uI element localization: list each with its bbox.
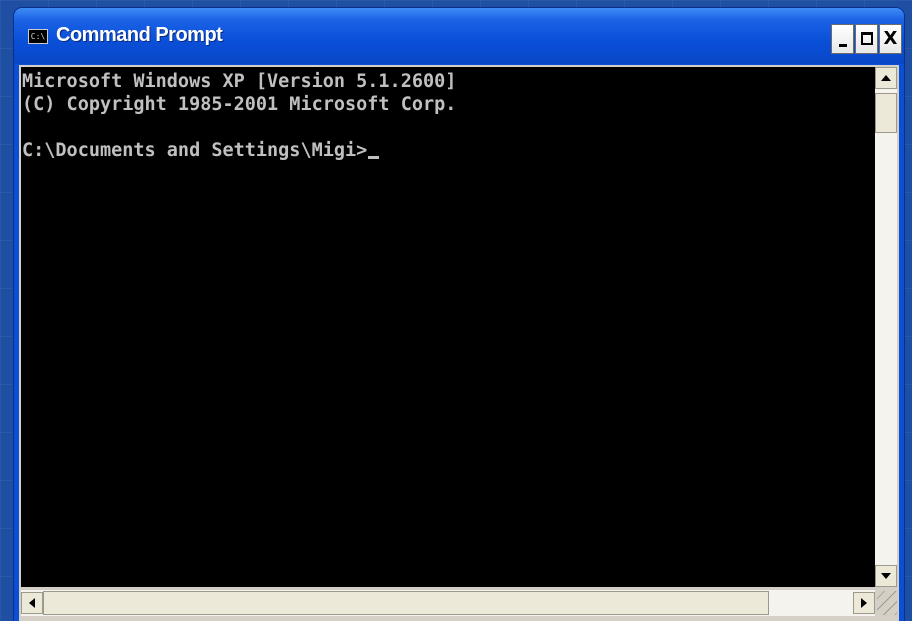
arrow-up-icon bbox=[881, 75, 891, 81]
vertical-scroll-thumb[interactable] bbox=[875, 93, 897, 133]
window-client-area: Microsoft Windows XP [Version 5.1.2600] … bbox=[19, 65, 899, 621]
minimize-icon bbox=[839, 44, 847, 47]
window-controls: X bbox=[830, 24, 902, 54]
maximize-icon bbox=[861, 32, 873, 45]
console-prompt-line[interactable]: C:\Documents and Settings\Migi> bbox=[22, 140, 380, 161]
command-prompt-window: C:\ Command Prompt X Microsoft Windows X… bbox=[14, 8, 904, 621]
console-output[interactable]: Microsoft Windows XP [Version 5.1.2600] … bbox=[21, 67, 875, 587]
close-icon: X bbox=[883, 28, 898, 49]
scroll-right-button[interactable] bbox=[853, 592, 875, 614]
arrow-down-icon bbox=[881, 573, 891, 579]
horizontal-scroll-thumb[interactable] bbox=[43, 591, 769, 615]
console-prompt: C:\Documents and Settings\Migi> bbox=[22, 140, 368, 161]
text-cursor bbox=[368, 156, 380, 159]
console-line-version: Microsoft Windows XP [Version 5.1.2600] bbox=[22, 71, 457, 92]
vertical-scrollbar[interactable] bbox=[875, 67, 897, 587]
console-line-copyright: (C) Copyright 1985-2001 Microsoft Corp. bbox=[22, 94, 457, 115]
cmd-icon[interactable]: C:\ bbox=[28, 29, 48, 44]
close-button[interactable]: X bbox=[879, 24, 902, 54]
arrow-left-icon bbox=[29, 598, 35, 608]
window-title: Command Prompt bbox=[56, 24, 223, 46]
scroll-down-button[interactable] bbox=[875, 565, 897, 587]
minimize-button[interactable] bbox=[831, 24, 854, 54]
scroll-up-button[interactable] bbox=[875, 67, 897, 89]
title-bar[interactable]: C:\ Command Prompt X bbox=[14, 8, 904, 64]
arrow-right-icon bbox=[861, 598, 867, 608]
scroll-left-button[interactable] bbox=[21, 592, 43, 614]
maximize-button[interactable] bbox=[855, 24, 878, 54]
horizontal-scrollbar[interactable] bbox=[21, 590, 875, 616]
resize-grip-icon[interactable] bbox=[877, 591, 897, 615]
